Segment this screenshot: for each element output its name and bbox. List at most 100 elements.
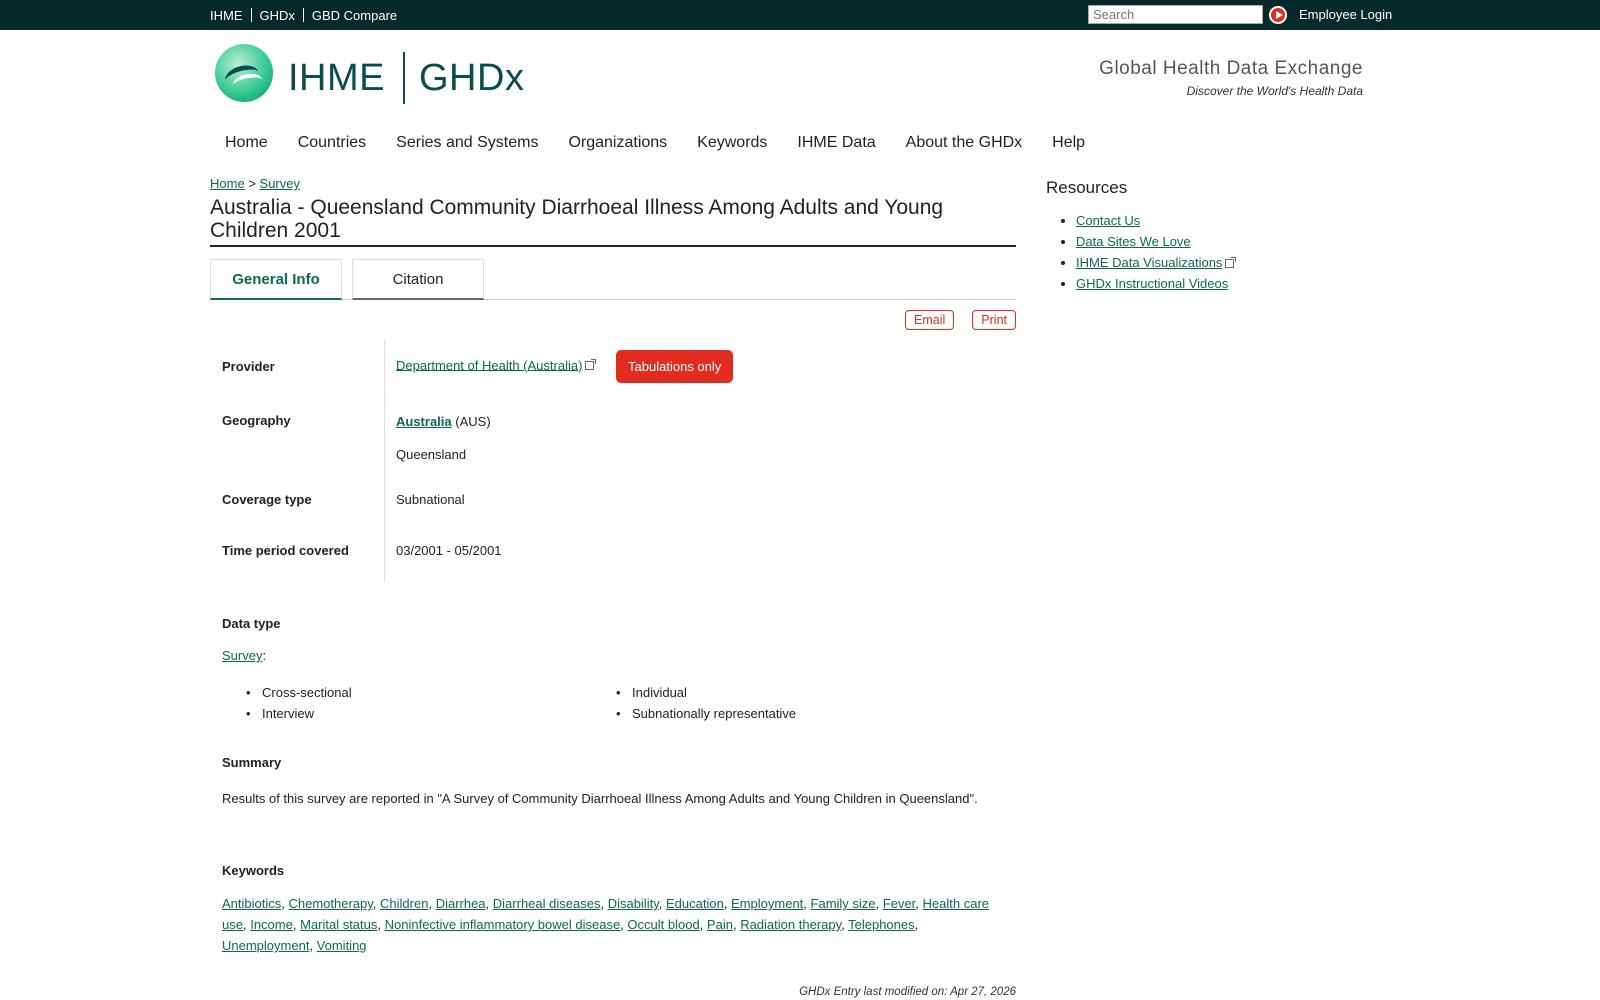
info-table: Provider Department of Health (Australia… [222, 340, 1012, 582]
search-input[interactable] [1088, 5, 1263, 24]
keyword-link[interactable]: Diarrhea [436, 896, 486, 911]
keyword-link[interactable]: Disability [608, 896, 659, 911]
keyword-list: Antibiotics, Chemotherapy, Children, Dia… [222, 896, 990, 953]
tagline-subtitle: Discover the World's Health Data [1186, 84, 1363, 98]
top-link-ghdx[interactable]: GHDx [260, 8, 295, 23]
summary-text: Results of this survey are reported in "… [222, 791, 978, 806]
time-period-label: Time period covered [222, 528, 385, 582]
geography-code: (AUS) [455, 414, 491, 429]
resource-item: GHDx Instructional Videos [1076, 273, 1234, 294]
keyword-link[interactable]: Education [666, 896, 724, 911]
resources-title: Resources [1046, 178, 1128, 197]
list-item: Interview [246, 703, 632, 724]
tab-citation[interactable]: Citation [352, 259, 484, 300]
main-nav: Home Countries Series and Systems Organi… [210, 130, 1100, 158]
logo-ghdx: GHDx [419, 56, 525, 99]
site-tagline: Global Health Data Exchange Discover the… [1099, 58, 1363, 98]
search-submit-icon[interactable] [1269, 6, 1287, 24]
keyword-link[interactable]: Occult blood [627, 917, 699, 932]
breadcrumb-separator: > [248, 176, 256, 191]
top-link-gbd-compare[interactable]: GBD Compare [312, 8, 397, 23]
geography-label: Geography [222, 392, 385, 476]
nav-keywords[interactable]: Keywords [682, 130, 782, 158]
page-title: Australia - Queensland Community Diarrho… [210, 196, 1016, 247]
breadcrumb: Home > Survey [210, 176, 300, 191]
keyword-link[interactable]: Employment [731, 896, 803, 911]
list-item: Subnationally representative [616, 703, 1002, 724]
nav-ihme-data[interactable]: IHME Data [782, 130, 890, 158]
last-modified-note: GHDx Entry last modified on: Apr 27, 202… [799, 986, 1016, 998]
list-item: Cross-sectional [246, 682, 632, 703]
resources-sidebar: Resources Contact Us Data Sites We Love … [1046, 178, 1237, 294]
resource-link-contact-us[interactable]: Contact Us [1076, 213, 1140, 228]
resource-link-instructional-videos[interactable]: GHDx Instructional Videos [1076, 276, 1228, 291]
keywords-label: Keywords [222, 863, 285, 878]
data-type-survey-link[interactable]: Survey [222, 648, 262, 663]
data-type-label: Data type [222, 616, 281, 631]
breadcrumb-home[interactable]: Home [210, 176, 245, 191]
coverage-label: Coverage type [222, 476, 385, 528]
resource-item: Data Sites We Love [1076, 231, 1234, 252]
keyword-link[interactable]: Antibiotics [222, 896, 281, 911]
data-type-attributes: Cross-sectional Interview Individual Sub… [246, 682, 1002, 724]
email-button[interactable]: Email [905, 310, 955, 330]
nav-series-and-systems[interactable]: Series and Systems [381, 130, 553, 158]
tabulations-only-badge: Tabulations only [616, 349, 734, 383]
keyword-link[interactable]: Family size [811, 896, 876, 911]
coverage-value: Subnational [396, 492, 465, 507]
action-buttons: Email Print [905, 310, 1016, 330]
nav-home[interactable]: Home [210, 130, 283, 158]
info-row-provider: Provider Department of Health (Australia… [222, 340, 1012, 392]
resources-list: Contact Us Data Sites We Love IHME Data … [1046, 210, 1237, 294]
keyword-link[interactable]: Pain [707, 917, 733, 932]
nav-countries[interactable]: Countries [283, 130, 381, 158]
provider-value-cell: Department of Health (Australia) Tabulat… [385, 349, 734, 383]
breadcrumb-survey[interactable]: Survey [260, 176, 300, 191]
time-period-value: 03/2001 - 05/2001 [396, 543, 502, 558]
site-logo-text[interactable]: IHME GHDx [288, 52, 524, 104]
nav-help[interactable]: Help [1037, 130, 1100, 158]
keyword-link[interactable]: Vomiting [317, 938, 367, 953]
tab-general-info[interactable]: General Info [210, 259, 342, 300]
keyword-link[interactable]: Fever [883, 896, 916, 911]
resource-item: Contact Us [1076, 210, 1234, 231]
ihme-logo-icon[interactable] [215, 44, 273, 102]
external-link-icon [1225, 257, 1237, 268]
nav-organizations[interactable]: Organizations [553, 130, 682, 158]
top-bar: IHME GHDx GBD Compare Employee Login [0, 0, 1600, 30]
keyword-link[interactable]: Radiation therapy [740, 917, 841, 932]
top-separator [250, 8, 252, 22]
logo-ihme: IHME [288, 56, 385, 99]
info-row-geography: Geography Australia (AUS) Queensland [222, 392, 1012, 476]
print-button[interactable]: Print [972, 310, 1016, 330]
geography-country-link[interactable]: Australia [396, 414, 452, 429]
keyword-link[interactable]: Marital status [300, 917, 377, 932]
geography-value-cell: Australia (AUS) Queensland [385, 392, 491, 476]
geography-region: Queensland [396, 447, 467, 462]
provider-link[interactable]: Department of Health (Australia) [396, 357, 582, 372]
provider-label: Provider [222, 340, 385, 392]
keyword-link[interactable]: Diarrheal diseases [493, 896, 601, 911]
external-link-icon [585, 359, 597, 371]
info-row-coverage: Coverage type Subnational [222, 476, 1012, 528]
top-link-ihme[interactable]: IHME [210, 8, 243, 23]
data-type-survey: Survey: [222, 648, 266, 663]
keyword-link[interactable]: Chemotherapy [288, 896, 372, 911]
keyword-link[interactable]: Income [250, 917, 293, 932]
resource-link-ihme-visualizations[interactable]: IHME Data Visualizations [1076, 255, 1222, 270]
data-type-list-1: Cross-sectional Interview [246, 682, 632, 724]
resource-item: IHME Data Visualizations [1076, 252, 1237, 273]
keyword-link[interactable]: Unemployment [222, 938, 309, 953]
data-type-colon: : [262, 648, 267, 663]
employee-login-link[interactable]: Employee Login [1299, 0, 1392, 30]
summary-label: Summary [222, 755, 282, 770]
info-row-time-period: Time period covered 03/2001 - 05/2001 [222, 528, 1012, 582]
nav-about[interactable]: About the GHDx [891, 130, 1038, 158]
site-header: IHME GHDx Global Health Data Exchange Di… [0, 30, 1600, 120]
top-links: IHME GHDx GBD Compare [210, 0, 397, 30]
keyword-link[interactable]: Telephones [848, 917, 915, 932]
tab-bar: General Info Citation [210, 259, 1016, 300]
resource-link-data-sites[interactable]: Data Sites We Love [1076, 234, 1191, 249]
keyword-link[interactable]: Children [380, 896, 428, 911]
keyword-link[interactable]: Noninfective inflammatory bowel disease [385, 917, 621, 932]
